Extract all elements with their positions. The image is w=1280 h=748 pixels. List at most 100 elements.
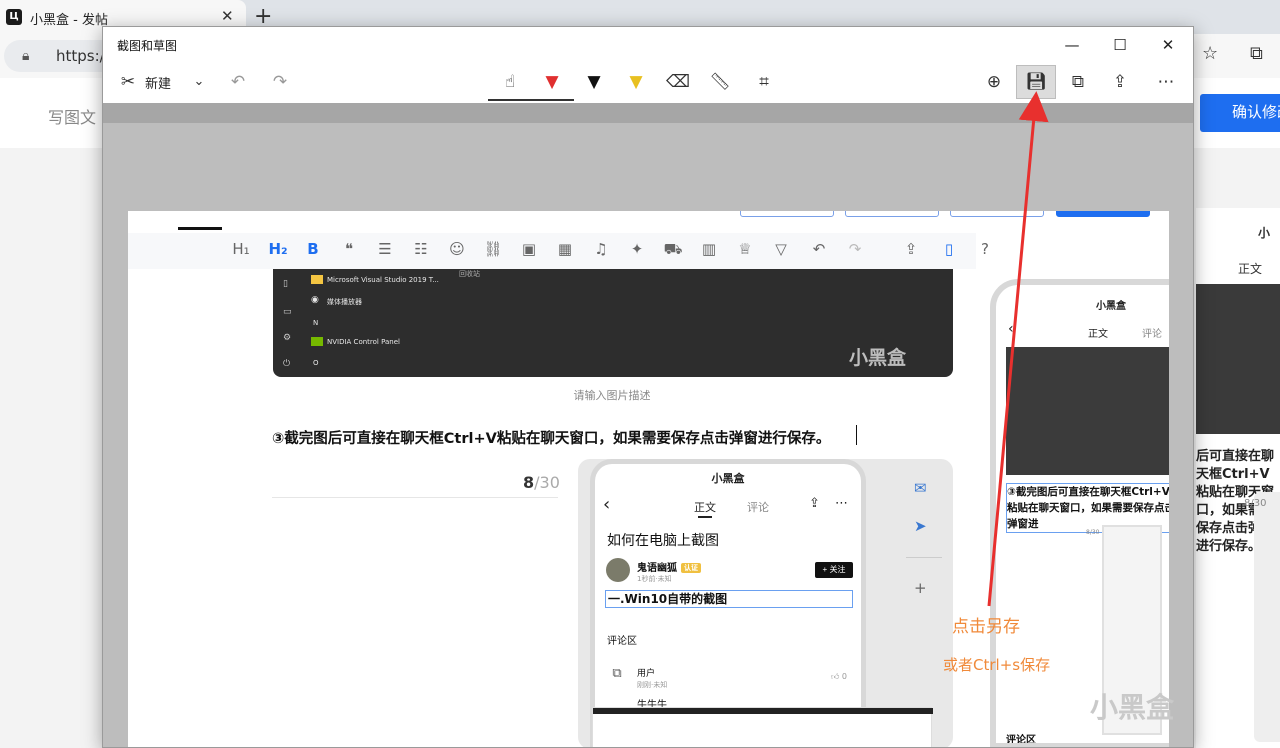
undo-icon[interactable]: ↶ [223, 65, 253, 99]
annotation-save-as: 点击另存 [952, 617, 1020, 637]
image-caption-placeholder: 请输入图片描述 [573, 389, 651, 402]
xiaoheihe-watermark: 小黑盒 [849, 347, 907, 369]
tab-title: 小黑盒 - 发帖 [30, 13, 108, 28]
ruler-icon[interactable]: 📏︎ [705, 65, 735, 99]
captured-button [740, 211, 834, 217]
snip-sketch-window: 截图和草图 — ☐ ✕ ✂ 新建 ⌄ ↶ ↷ ☝ ▼ ▼ ▼ ⌫ 📏︎ ⌗ ⊕ … [102, 26, 1194, 748]
phone2-tab-main: 正文 [1088, 329, 1108, 340]
phone-author: 鬼语幽狐 认证 [637, 559, 701, 574]
unordered-list-icon: ☷ [414, 240, 428, 258]
redo-icon[interactable]: ↷ [265, 65, 295, 99]
back-icon: ‹ [603, 494, 611, 515]
divider [906, 557, 942, 558]
copy-icon[interactable]: ⧉ [1061, 65, 1095, 99]
touch-writing-icon[interactable]: ☝ [495, 65, 525, 99]
comment-time: 刚刚·未知 [637, 681, 668, 689]
active-tool-indicator [488, 99, 574, 101]
like-count: 0 [841, 672, 847, 681]
captured-start-menu: ▯ ▭ ⚙ ⏻ Microsoft Visual Studio 2019 T..… [273, 269, 953, 377]
captured-primary-button [1056, 211, 1150, 217]
ballpoint-pen-icon[interactable]: ▼ [537, 65, 567, 99]
bold-icon: B [307, 240, 319, 258]
start-menu-item: 媒体播放器 [327, 298, 362, 306]
captured-tab-underline [178, 227, 222, 230]
background-preview-panel: 小 正文 后可直接在聊天框Ctrl+V粘贴在聊天窗口，如果需要保存点击弹窗进行保… [1196, 208, 1280, 748]
close-button[interactable]: ✕ [1145, 31, 1191, 59]
preview-logo: 小 [1258, 226, 1271, 240]
power-icon: ⏻ [283, 359, 291, 369]
preview-screenshot-image [1196, 284, 1280, 434]
follow-button: + 关注 [815, 562, 853, 578]
lock-icon: 🔒︎ [22, 48, 30, 64]
phone-comment-area-label: 评论区 [607, 636, 637, 647]
zoom-icon[interactable]: ⊕ [977, 65, 1011, 99]
new-snip-button[interactable]: 新建 [145, 73, 171, 92]
new-snip-icon[interactable]: ✂ [113, 65, 143, 99]
phone-logo: 小黑盒 [711, 472, 745, 485]
save-as-icon[interactable]: 💾︎ [1019, 65, 1053, 99]
outlook-icon: ✉ [914, 479, 927, 497]
eraser-icon[interactable]: ⌫ [663, 65, 693, 99]
picture-icon: ▭ [283, 307, 292, 317]
column-icon: ▥ [701, 240, 717, 258]
confirm-edit-button[interactable]: 确认修改 [1200, 94, 1280, 132]
cart-icon: ⛟ [663, 240, 683, 258]
link-icon: ⛓ [483, 240, 503, 258]
pencil-icon[interactable]: ▼ [579, 65, 609, 99]
secondary-phone-preview: 小黑盒 ‹ 正文 评论 ③截完图后可直接在聊天框Ctrl+V粘贴在聊天窗口，如果… [990, 279, 1169, 747]
send-icon: ➤ [914, 517, 927, 535]
chevron-down-icon[interactable]: ⌄ [187, 65, 211, 99]
vote-icon: ▽ [775, 240, 787, 258]
crop-icon[interactable]: ⌗ [749, 65, 779, 99]
tab-close-icon[interactable]: ✕ [221, 7, 234, 25]
title-char-count: 8/30 [523, 473, 560, 492]
recycle-bin-label: 回收站 [459, 270, 480, 278]
trophy-icon: ♕ [738, 240, 752, 258]
start-menu-letter: N [313, 319, 319, 327]
nested-screenshot-bar [593, 708, 933, 714]
author-badge: 认证 [681, 563, 701, 573]
text-cursor [856, 425, 857, 445]
share-icon[interactable]: ⇪ [1103, 65, 1137, 99]
back-icon: ‹ [1008, 321, 1014, 337]
phone2-tab-comment: 评论 [1142, 329, 1162, 340]
add-icon: + [914, 579, 927, 597]
document-icon: ▯ [283, 279, 288, 289]
settings-icon: ⚙ [283, 333, 292, 343]
nvidia-icon [311, 337, 323, 346]
minimize-button[interactable]: — [1049, 31, 1095, 59]
video-icon: ▦ [557, 240, 573, 258]
phone-side-toolbar: ✉ ➤ + [904, 469, 944, 619]
upload-icon: ⇪ [904, 240, 918, 258]
highlighter-icon[interactable]: ▼ [621, 65, 651, 99]
heading1-icon: H₁ [232, 240, 250, 258]
redo-icon: ↷ [848, 240, 862, 258]
snip-toolbar: ✂ 新建 ⌄ ↶ ↷ ☝ ▼ ▼ ▼ ⌫ 📏︎ ⌗ ⊕ 💾︎ ⧉ ⇪ ⋯ [103, 61, 1193, 103]
write-post-label: 写图文 [48, 108, 97, 127]
preview-tab: 正文 [1238, 262, 1263, 276]
image-icon: ▣ [521, 240, 537, 258]
undo-icon: ↶ [812, 240, 826, 258]
snip-canvas[interactable]: H₁ H₂ B ❝ ☰ ☷ ☺ ⛓ ▣ ▦ ♫ ✦ ⛟ ▥ ♕ ▽ ↶ ↷ ⇪ … [103, 103, 1193, 747]
more-options-icon[interactable]: ⋯ [1149, 65, 1183, 99]
comment-user: 用户 [637, 669, 656, 679]
author-name: 鬼语幽狐 [637, 563, 677, 574]
user-avatar-icon: ⧉ [612, 666, 622, 681]
collections-icon[interactable]: ⧉ [1250, 43, 1263, 64]
window-titlebar[interactable]: 截图和草图 — ☐ ✕ [103, 27, 1193, 61]
phone2-screenshot-image [1006, 347, 1169, 475]
step-three-text: ③截完图后可直接在聊天框Ctrl+V粘贴在聊天窗口，如果需要保存点击弹窗进行保存… [272, 431, 831, 447]
canvas-top-band [103, 103, 1193, 123]
phone2-count: 8/30 [1086, 529, 1100, 536]
comment-likes: 👍︎ 0 [831, 672, 847, 681]
preview-count: 8/30 [1244, 498, 1267, 509]
quote-icon: ❝ [344, 240, 354, 258]
phone2-comment-area: 评论区 [1006, 735, 1036, 746]
phone-heading: 一.Win10自带的截图 [605, 590, 853, 608]
phone-tab-main: 正文 [694, 501, 716, 514]
maximize-button[interactable]: ☐ [1097, 31, 1143, 59]
help-icon: ? [981, 240, 989, 258]
phone-post-time: 1秒前·未知 [637, 575, 672, 583]
window-title: 截图和草图 [117, 39, 178, 53]
favorites-icon[interactable]: ☆ [1202, 43, 1218, 64]
